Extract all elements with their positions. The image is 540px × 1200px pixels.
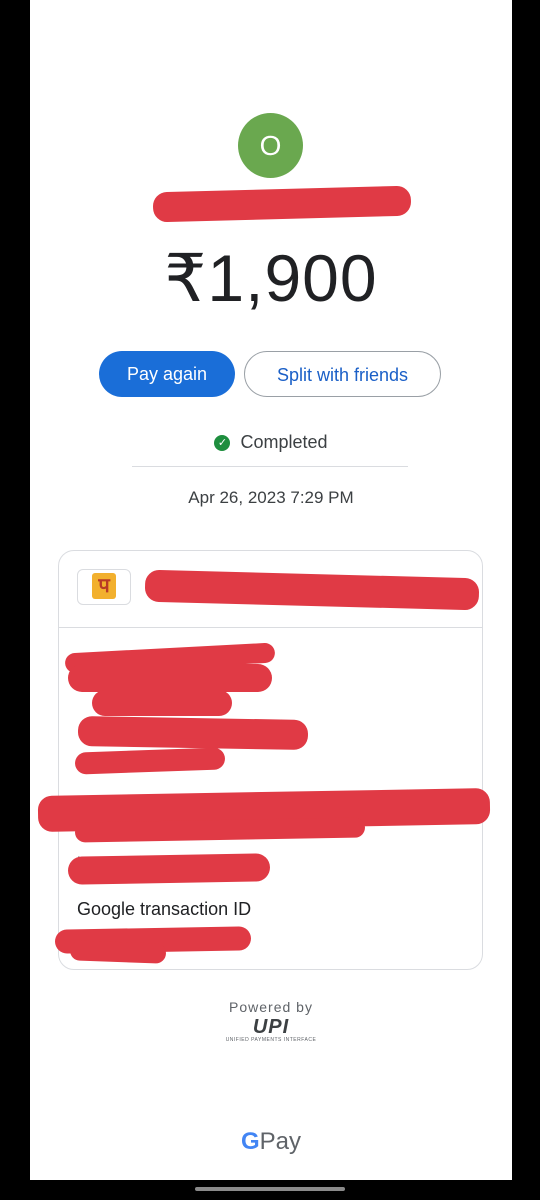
powered-by-label: Powered by bbox=[229, 999, 313, 1015]
avatar-initial: O bbox=[259, 130, 282, 161]
google-pay-logo: GPay bbox=[30, 1128, 512, 1156]
home-indicator[interactable] bbox=[195, 1187, 345, 1191]
redaction-mark bbox=[69, 940, 167, 964]
payee-avatar: O bbox=[238, 113, 303, 178]
payment-amount: ₹1,900 bbox=[164, 241, 378, 315]
upi-logo: UPI bbox=[252, 1016, 290, 1038]
payment-status: ✓ Completed bbox=[30, 432, 512, 453]
status-text: Completed bbox=[240, 432, 328, 452]
redaction-mark bbox=[77, 715, 309, 751]
redaction-mark bbox=[152, 185, 412, 223]
pay-again-button[interactable]: Pay again bbox=[99, 351, 235, 397]
google-g-icon: G bbox=[240, 1128, 260, 1155]
gpay-text: Pay bbox=[259, 1128, 302, 1155]
transaction-date: Apr 26, 2023 7:29 PM bbox=[188, 488, 354, 507]
split-with-friends-button[interactable]: Split with friends bbox=[244, 351, 441, 397]
divider bbox=[132, 466, 408, 467]
google-transaction-id-label: Google transaction ID bbox=[77, 899, 252, 919]
redaction-mark bbox=[67, 853, 271, 885]
transaction-detail-screen: O ₹1,900 Pay again Split with friends ✓ C… bbox=[30, 0, 512, 1180]
redaction-mark bbox=[68, 664, 272, 692]
check-circle-icon: ✓ bbox=[214, 435, 231, 451]
bank-logo-mark: प bbox=[92, 573, 116, 599]
redaction-mark bbox=[92, 690, 232, 716]
bank-logo: प bbox=[77, 569, 131, 605]
card-header-divider bbox=[59, 627, 482, 628]
upi-logo-subtitle: UNIFIED PAYMENTS INTERFACE bbox=[225, 1037, 317, 1043]
